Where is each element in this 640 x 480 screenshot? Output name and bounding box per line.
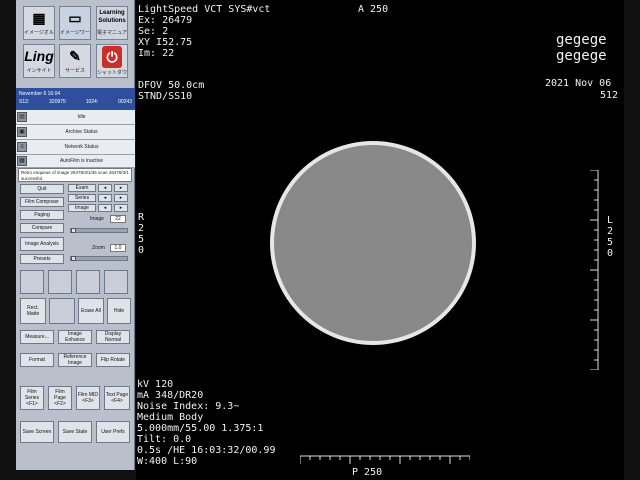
line-tool-icon[interactable] <box>48 270 72 294</box>
image-button[interactable]: Image <box>68 204 96 212</box>
system-status-bar: November 6 16:04 S12: 320975 1024: 00243 <box>16 88 135 110</box>
matrix-size: 512 <box>600 90 619 101</box>
zoom-slider-knob[interactable] <box>71 256 76 261</box>
network-icon: ≡ <box>17 142 27 152</box>
user-prefs-button[interactable]: User Prefs <box>96 421 130 443</box>
power-icon: ⏻ <box>102 46 122 68</box>
service-launcher[interactable]: ✎ サービス <box>59 44 91 78</box>
status-row-archive[interactable]: ▣ Archive Status <box>16 125 135 140</box>
zoom-field[interactable]: 1.0 <box>110 244 126 252</box>
ling-icon: Ling <box>24 48 54 64</box>
right-orientation: R 2 5 0 <box>138 212 145 256</box>
vertical-scale-ruler <box>590 170 599 370</box>
patient-name-2: gegege <box>556 48 607 64</box>
tool-panel: ▦ イメージオルガ ▭ イメージワークス Learning Solutions … <box>16 0 135 470</box>
save-state-button[interactable]: Save State <box>58 421 92 443</box>
exam-date: 2021 Nov 06 <box>545 78 612 89</box>
dfov-info: DFOV 50.0cm STND/SS10 <box>138 80 205 102</box>
format-button[interactable]: Format <box>20 353 54 367</box>
status-row-autofilm[interactable]: ▦ AutoFilm is inactive <box>16 155 135 168</box>
shutdown-launcher[interactable]: ⏻ シャットダウン <box>96 44 128 78</box>
series-next-button[interactable]: ▸ <box>114 194 128 202</box>
reference-image-button[interactable]: Reference Image <box>58 353 92 367</box>
grid-icon[interactable] <box>49 298 75 324</box>
erase-all-button[interactable]: Erase All <box>78 298 104 324</box>
film-page-button[interactable]: Film Page <F2> <box>48 386 72 410</box>
film-icon: ▦ <box>17 156 27 166</box>
film-composer-button[interactable]: Film Composer <box>20 197 64 207</box>
image-tool-icon: ▦ <box>32 10 46 26</box>
image-number-field[interactable]: 22 <box>110 215 126 223</box>
image-next-button[interactable]: ▸ <box>114 204 128 212</box>
patient-name-1: gegege <box>556 32 607 48</box>
status-s-label: S12: <box>19 99 30 105</box>
posterior-label: P 250 <box>352 467 383 478</box>
status-row-network[interactable]: ≡ Network Status <box>16 140 135 155</box>
learning-solutions-launcher[interactable]: Learning Solutions 電子マニュアル <box>96 6 128 40</box>
exam-prev-button[interactable]: ◂ <box>98 184 112 192</box>
ling-launcher[interactable]: Ling インサイト <box>23 44 55 78</box>
monitor-launcher[interactable]: ▭ イメージワークス <box>59 6 91 40</box>
scan-parameters: kV 120 mA 348/DR20 Noise Index: 9.3~ Med… <box>137 379 276 467</box>
roi-tool-icon[interactable] <box>20 270 44 294</box>
left-orientation: L 2 5 0 <box>607 215 614 259</box>
queue-icon: ▤ <box>17 112 27 122</box>
archive-icon: ▣ <box>17 127 27 137</box>
status-s-value: 320975 <box>49 99 66 105</box>
compare-button[interactable]: Compare <box>20 223 64 233</box>
status-date: November 6 16:04 <box>19 91 61 97</box>
exam-button[interactable]: Exam <box>68 184 96 192</box>
measure-button[interactable]: Measure... <box>20 330 54 344</box>
service-icon: ✎ <box>69 48 81 64</box>
display-normal-button[interactable]: Display Normal <box>96 330 130 344</box>
image-field-label: Image <box>90 216 104 222</box>
image-slider-knob[interactable] <box>71 228 76 233</box>
image-enhance-button[interactable]: Image Enhance <box>58 330 92 344</box>
image-prev-button[interactable]: ◂ <box>98 204 112 212</box>
learning-solutions-icon: Learning Solutions <box>98 10 126 24</box>
status-row-idle[interactable]: ▤ Idle <box>16 110 135 125</box>
text-page-button[interactable]: Text Page <F4> <box>104 386 130 410</box>
quit-button[interactable]: Quit <box>20 184 64 194</box>
paging-button[interactable]: Paging <box>20 210 64 220</box>
status-t-label: 1024: <box>85 99 99 105</box>
zoom-slider[interactable] <box>70 256 128 261</box>
image-slider[interactable] <box>70 228 128 233</box>
monitor-icon: ▭ <box>68 10 82 26</box>
flip-rotate-button[interactable]: Flip Rotate <box>96 353 130 367</box>
save-screen-button[interactable]: Save Screen <box>20 421 54 443</box>
series-button[interactable]: Series <box>68 194 96 202</box>
scanner-info: LightSpeed VCT SYS#vct Ex: 26479 Se: 2 X… <box>138 4 271 59</box>
horizontal-scale-ruler <box>300 455 470 464</box>
annotate-tool-icon[interactable] <box>76 270 100 294</box>
image-tool-launcher[interactable]: ▦ イメージオルガ <box>23 6 55 40</box>
status-t-value: 00243 <box>118 99 132 105</box>
zoom-label: Zoom <box>92 245 105 251</box>
message-box: Retro enqueue of image 26478/3/1/45 scan… <box>18 168 132 182</box>
hide-button[interactable]: Hide <box>107 298 131 324</box>
series-prev-button[interactable]: ◂ <box>98 194 112 202</box>
angle-tool-icon[interactable] <box>104 270 128 294</box>
anterior-label: A 250 <box>358 4 389 15</box>
image-analysis-button[interactable]: Image Analysis <box>20 237 64 251</box>
presets-button[interactable]: Presets <box>20 254 64 264</box>
water-phantom <box>270 141 476 345</box>
rect-matte-button[interactable]: Rect. Matte <box>20 298 46 324</box>
film-mid-button[interactable]: Film MID <F3> <box>76 386 100 410</box>
exam-next-button[interactable]: ▸ <box>114 184 128 192</box>
film-series-button[interactable]: Film Series <F1> <box>20 386 44 410</box>
